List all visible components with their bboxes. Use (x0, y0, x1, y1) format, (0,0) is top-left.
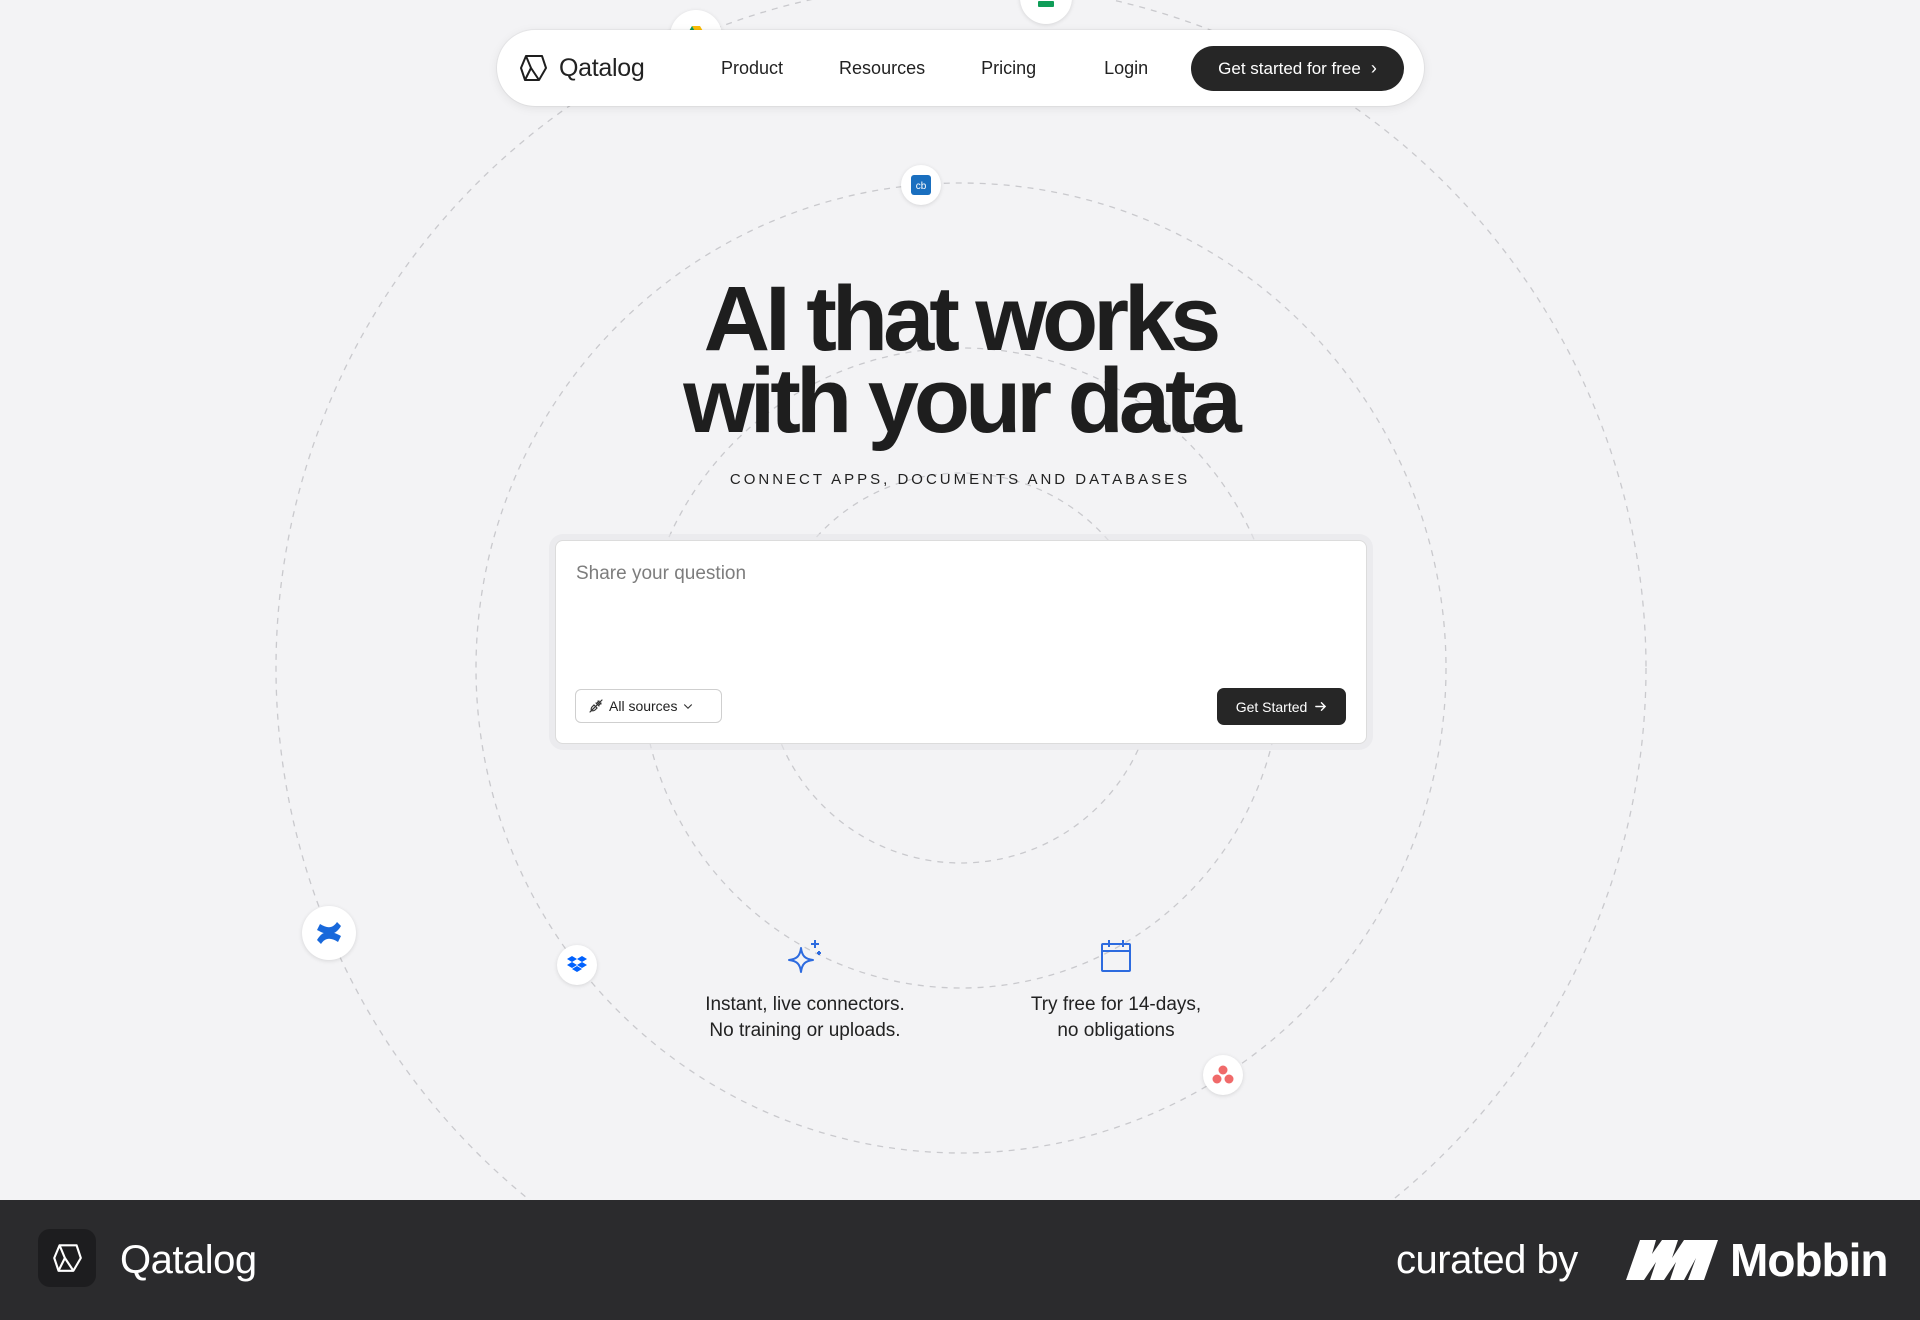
get-started-button[interactable]: Get Started (1217, 688, 1346, 725)
arrow-right-icon (1315, 702, 1327, 711)
feature-connectors-line2: No training or uploads. (709, 1020, 901, 1041)
get-started-label: Get Started (1235, 698, 1308, 715)
brand-name: Qatalog (559, 53, 645, 82)
hero-title: AI that works with your data (560, 268, 1360, 452)
landing-page: cb Qatalog Product Resources Pricing Log… (0, 0, 1920, 1200)
feature-free-trial-line1: Try free for 14-days, (1030, 994, 1202, 1015)
get-started-free-label: Get started for free (1218, 58, 1361, 78)
confluence-icon (302, 906, 356, 960)
top-navbar: Qatalog Product Resources Pricing Login … (497, 30, 1424, 106)
get-started-free-button[interactable]: Get started for free › (1191, 46, 1404, 91)
chevron-right-icon: › (1370, 58, 1377, 78)
mobbin-footer: Qatalog curated by Mobbin (0, 1200, 1920, 1320)
hero-title-line1: AI that works (703, 268, 1222, 370)
mobbin-name: Mobbin (1730, 1234, 1888, 1286)
nav-link-pricing[interactable]: Pricing (981, 58, 1036, 79)
svg-text:cb: cb (916, 181, 927, 192)
footer-qatalog-logo-icon (38, 1229, 96, 1287)
feature-connectors-line1: Instant, live connectors. (705, 994, 905, 1015)
nav-links: Product Resources Pricing Login (721, 58, 1184, 79)
curated-by-label: curated by (1396, 1238, 1578, 1282)
footer-brand-name: Qatalog (120, 1238, 257, 1282)
hero-title-line2: with your data (683, 350, 1242, 452)
plug-icon (589, 699, 603, 713)
qatalog-logo-icon (520, 55, 547, 81)
sources-dropdown[interactable]: All sources (575, 689, 722, 723)
login-link[interactable]: Login (1104, 58, 1148, 79)
calendar-icon (1101, 940, 1131, 972)
chargebee-icon: cb (901, 165, 941, 205)
question-input[interactable] (576, 563, 1346, 663)
asana-icon (1203, 1055, 1243, 1095)
chevron-down-icon (684, 704, 693, 710)
feature-free-trial-line2: no obligations (1057, 1020, 1175, 1041)
feature-free-trial: Try free for 14-days, no obligations (966, 936, 1266, 1044)
dropbox-icon (557, 945, 597, 985)
sparkle-icon (788, 940, 821, 973)
brand[interactable]: Qatalog (517, 52, 697, 84)
sources-label: All sources (609, 698, 678, 714)
hero-subtitle: CONNECT APPS, DOCUMENTS AND DATABASES (729, 471, 1191, 488)
nav-link-resources[interactable]: Resources (839, 58, 925, 79)
question-box: All sources Get Started (555, 540, 1367, 744)
mobbin-logo-icon (1626, 1240, 1718, 1280)
nav-link-product[interactable]: Product (721, 58, 783, 79)
feature-connectors: Instant, live connectors. No training or… (655, 936, 955, 1044)
